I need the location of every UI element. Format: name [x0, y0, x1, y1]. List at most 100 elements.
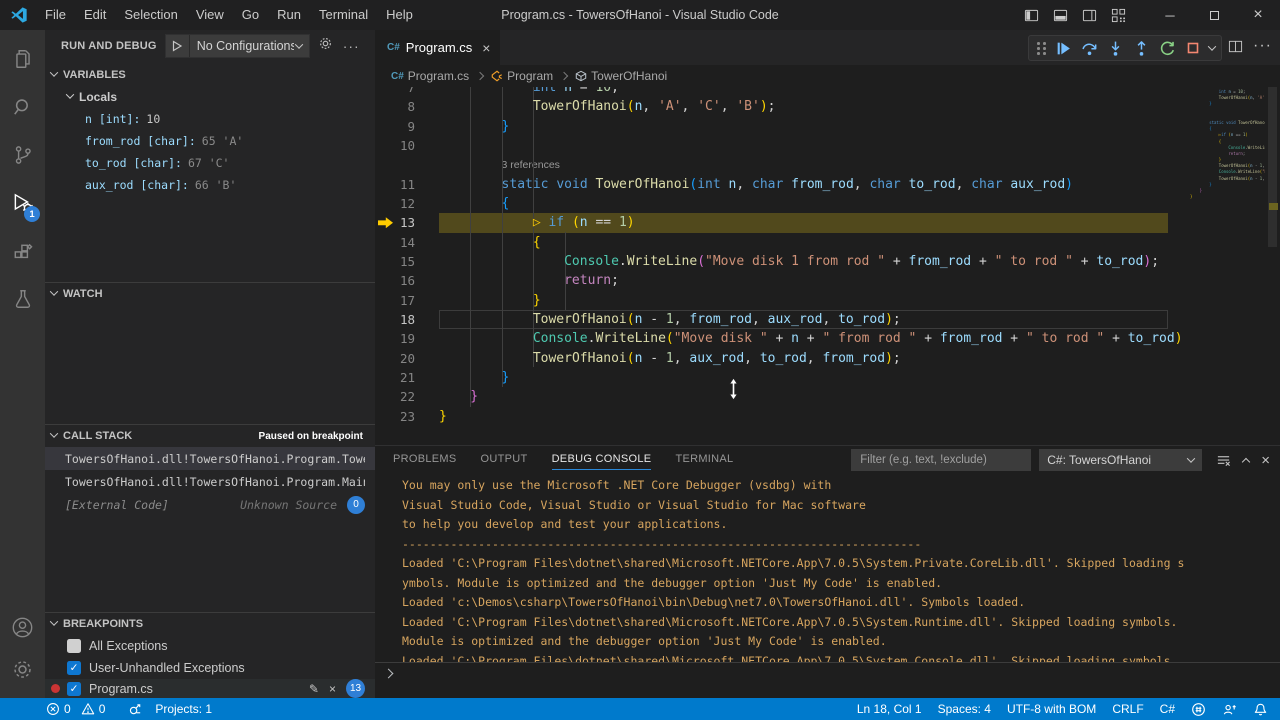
code-line-21[interactable]: 21}: [375, 368, 1280, 387]
continue-button[interactable]: [1051, 36, 1075, 60]
indentation-status[interactable]: Spaces: 4: [938, 702, 991, 716]
testing-icon[interactable]: [0, 278, 45, 320]
code-line-17[interactable]: 17}: [375, 291, 1280, 310]
restart-button[interactable]: [1155, 36, 1179, 60]
breadcrumb-class[interactable]: Program: [491, 69, 553, 83]
remove-breakpoint-icon[interactable]: ×: [329, 682, 336, 696]
csharp-project-status-icon[interactable]: [1191, 702, 1206, 717]
variable-row[interactable]: to_rod [char]:67 'C': [45, 152, 375, 174]
menu-file[interactable]: File: [36, 0, 75, 30]
menu-view[interactable]: View: [187, 0, 233, 30]
source-control-icon[interactable]: [0, 134, 45, 176]
code-line-16[interactable]: 16return;: [375, 271, 1280, 290]
breadcrumb-file[interactable]: C# Program.cs: [391, 69, 469, 83]
breakpoint-checkbox[interactable]: [67, 639, 81, 653]
eol-status[interactable]: CRLF: [1112, 702, 1143, 716]
variable-row[interactable]: aux_rod [char]:66 'B': [45, 174, 375, 196]
toggle-sidebar-icon[interactable]: [1024, 8, 1039, 23]
close-button[interactable]: ×: [1236, 0, 1280, 30]
maximize-panel-icon[interactable]: [1242, 458, 1250, 466]
panel-tab-output[interactable]: OUTPUT: [481, 446, 528, 473]
menu-edit[interactable]: Edit: [75, 0, 115, 30]
stop-dropdown-chevron-icon[interactable]: [1208, 42, 1216, 50]
code-editor[interactable]: 7int n = 10;8TowerOfHanoi(n, 'A', 'C', '…: [375, 87, 1280, 445]
drag-grip-icon[interactable]: [1036, 41, 1046, 55]
code-line-22[interactable]: 22}: [375, 387, 1280, 406]
views-more-actions-icon[interactable]: ···: [343, 38, 360, 54]
explorer-icon[interactable]: [0, 38, 45, 80]
close-panel-icon[interactable]: ×: [1261, 452, 1270, 469]
breakpoint-row[interactable]: ✓User-Unhandled Exceptions: [45, 657, 375, 679]
editor-more-actions-icon[interactable]: ···: [1253, 37, 1272, 55]
breakpoint-row[interactable]: All Exceptions: [45, 635, 375, 657]
menu-run[interactable]: Run: [268, 0, 310, 30]
call-stack-header[interactable]: CALL STACK Paused on breakpoint: [45, 425, 375, 447]
tab-program-cs[interactable]: C# Program.cs ×: [375, 30, 500, 65]
code-line-9[interactable]: 9}: [375, 117, 1280, 136]
extensions-icon[interactable]: [0, 232, 45, 274]
step-into-button[interactable]: [1103, 36, 1127, 60]
debug-config-dropdown[interactable]: No Configurations: [165, 34, 310, 58]
code-line-11[interactable]: 11static void TowerOfHanoi(int n, char f…: [375, 175, 1280, 194]
language-mode-status[interactable]: C#: [1160, 702, 1175, 716]
breakpoint-checkbox[interactable]: ✓: [67, 661, 81, 675]
debug-settings-gear-icon[interactable]: [318, 36, 333, 56]
settings-gear-icon[interactable]: [0, 648, 45, 690]
problems-status[interactable]: 0 0: [46, 702, 105, 716]
feedback-icon[interactable]: [1222, 702, 1237, 717]
edit-breakpoint-icon[interactable]: ✎: [309, 682, 319, 696]
menu-selection[interactable]: Selection: [115, 0, 186, 30]
breakpoint-row[interactable]: ✓Program.cs✎×13: [45, 679, 375, 698]
code-line-14[interactable]: 14{: [375, 233, 1280, 252]
toggle-panel-icon[interactable]: [1053, 8, 1068, 23]
breadcrumb-method[interactable]: TowerOfHanoi: [575, 69, 667, 83]
code-line-19[interactable]: 19Console.WriteLine("Move disk " + n + "…: [375, 329, 1280, 348]
call-stack-frame[interactable]: TowersOfHanoi.dll!TowersOfHanoi.Program.…: [45, 470, 375, 493]
console-filter-input[interactable]: [851, 449, 1031, 471]
search-icon[interactable]: [0, 86, 45, 128]
panel-tab-debug-console[interactable]: DEBUG CONSOLE: [552, 446, 652, 473]
code-line-18[interactable]: 18TowerOfHanoi(n - 1, from_rod, aux_rod,…: [375, 310, 1280, 329]
run-and-debug-icon[interactable]: 1: [0, 182, 45, 224]
watch-header[interactable]: WATCH: [45, 283, 375, 305]
code-line-7[interactable]: 7int n = 10;: [375, 87, 1280, 97]
variable-row[interactable]: from_rod [char]:65 'A': [45, 130, 375, 152]
encoding-status[interactable]: UTF-8 with BOM: [1007, 702, 1096, 716]
menu-go[interactable]: Go: [233, 0, 268, 30]
panel-tab-problems[interactable]: PROBLEMS: [393, 446, 457, 473]
step-over-button[interactable]: [1077, 36, 1101, 60]
split-editor-icon[interactable]: [1228, 39, 1243, 54]
toggle-secondary-sidebar-icon[interactable]: [1082, 8, 1097, 23]
code-line-12[interactable]: 12{: [375, 194, 1280, 213]
step-out-button[interactable]: [1129, 36, 1153, 60]
code-line-20[interactable]: 20TowerOfHanoi(n - 1, aux_rod, to_rod, f…: [375, 349, 1280, 368]
stop-button[interactable]: [1181, 36, 1205, 60]
projects-status[interactable]: Projects: 1: [128, 702, 212, 717]
maximize-button[interactable]: [1192, 0, 1236, 30]
code-line-8[interactable]: 8TowerOfHanoi(n, 'A', 'C', 'B');: [375, 97, 1280, 116]
debug-console-output[interactable]: You may only use the Microsoft .NET Core…: [402, 476, 1260, 662]
menu-terminal[interactable]: Terminal: [310, 0, 377, 30]
account-icon[interactable]: [0, 606, 45, 648]
call-stack-frame[interactable]: TowersOfHanoi.dll!TowersOfHanoi.Program.…: [45, 447, 375, 470]
start-debug-icon[interactable]: [166, 35, 190, 57]
codelens-references[interactable]: 3 references: [375, 155, 1280, 174]
panel-tab-terminal[interactable]: TERMINAL: [675, 446, 733, 473]
call-stack-frame[interactable]: [External Code]Unknown Source0: [45, 493, 375, 516]
code-line-23[interactable]: 23}: [375, 407, 1280, 426]
variables-header[interactable]: VARIABLES: [45, 64, 375, 86]
code-line-10[interactable]: 10: [375, 136, 1280, 155]
locals-scope[interactable]: Locals: [45, 86, 375, 108]
breakpoint-checkbox[interactable]: ✓: [67, 682, 81, 696]
console-session-select[interactable]: C#: TowersOfHanoi: [1039, 449, 1202, 471]
customize-layout-icon[interactable]: [1111, 8, 1126, 23]
minimize-button[interactable]: ─: [1148, 0, 1192, 30]
menu-help[interactable]: Help: [377, 0, 422, 30]
cursor-position-status[interactable]: Ln 18, Col 1: [857, 702, 922, 716]
tab-close-icon[interactable]: ×: [482, 40, 490, 56]
clear-console-icon[interactable]: [1216, 453, 1231, 468]
debug-console-input[interactable]: [375, 662, 1280, 684]
breakpoints-header[interactable]: BREAKPOINTS: [45, 613, 375, 635]
variable-row[interactable]: n [int]:10: [45, 108, 375, 130]
code-line-13[interactable]: 13▷ if (n == 1): [375, 213, 1280, 232]
